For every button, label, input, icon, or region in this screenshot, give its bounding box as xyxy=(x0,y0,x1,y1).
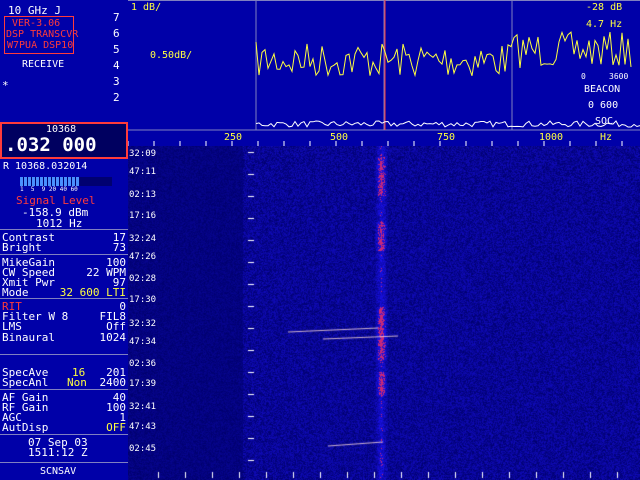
waterfall-time: 02:13 xyxy=(129,190,157,200)
binaural-value[interactable]: 1024 xyxy=(100,332,127,343)
product-label: DSP TRANSCVR xyxy=(6,29,79,40)
signal-hz: 1012 Hz xyxy=(36,217,83,230)
specanl-value2[interactable]: 2400 xyxy=(100,377,127,388)
soc-label: SOC xyxy=(595,116,614,127)
signal-level-label: Signal Level xyxy=(16,194,96,207)
divider xyxy=(0,229,128,230)
freq-tick-500: 500 xyxy=(330,132,349,143)
bright-value[interactable]: 73 xyxy=(113,242,126,253)
waterfall-time: 47:34 xyxy=(129,337,157,347)
signal-meter xyxy=(20,177,112,186)
freq-tick-250: 250 xyxy=(224,132,243,143)
scale-digit-7: 7 xyxy=(113,11,120,24)
specanl-label[interactable]: SpecAnl xyxy=(2,377,48,388)
range-high: 3600 xyxy=(609,72,629,81)
star-marker: * xyxy=(2,79,9,92)
spectrum-scale-label: 0.50dB/ xyxy=(150,50,193,61)
divider xyxy=(0,462,128,463)
frequency-readout: R 10368.032014 xyxy=(3,161,88,172)
divider xyxy=(0,298,128,299)
waterfall-time: 17:16 xyxy=(129,211,157,221)
autdisp-label[interactable]: AutDisp xyxy=(2,422,48,433)
divider xyxy=(0,434,128,435)
waterfall-time: 32:09 xyxy=(129,149,157,159)
divider xyxy=(0,354,128,355)
time-label: 1511:12 Z xyxy=(28,446,88,459)
waterfall-time: 32:32 xyxy=(129,319,157,329)
specanl-value1[interactable]: Non xyxy=(67,377,87,388)
beacon-label: BEACON xyxy=(584,84,621,95)
spectrum-trace-yellow xyxy=(255,30,632,78)
signal-meter-scale: 1 5 9 20 40 60 xyxy=(20,186,78,193)
mode-value[interactable]: 32 600 LTI xyxy=(60,287,126,298)
bright-label[interactable]: Bright xyxy=(2,242,42,253)
binaural-label[interactable]: Binaural xyxy=(2,332,55,343)
spectrum-plot xyxy=(127,0,640,146)
waterfall-time: 47:26 xyxy=(129,252,157,262)
beacon-value: 0 600 xyxy=(588,100,619,111)
waterfall-time: 32:41 xyxy=(129,402,157,412)
frequency-khz: .032 000 xyxy=(5,134,97,156)
scale-digit-4: 4 xyxy=(113,59,120,72)
spectrum-top-right: -28 dB xyxy=(586,2,623,13)
mode-label[interactable]: Mode xyxy=(2,287,29,298)
autdisp-value[interactable]: OFF xyxy=(106,422,126,433)
scale-digit-3: 3 xyxy=(113,75,120,88)
waterfall-time: 47:43 xyxy=(129,422,157,432)
range-low: 0 xyxy=(581,72,586,81)
spectrum-panel: 1 dB/ -28 dB 4.7 Hz 0.50dB/ 0 3600 BEACO… xyxy=(127,0,640,146)
waterfall-time: 02:36 xyxy=(129,359,157,369)
receive-status: RECEIVE xyxy=(22,59,65,70)
waterfall-time: 32:24 xyxy=(129,234,157,244)
signal-meter-fill xyxy=(20,177,80,186)
waterfall-canvas xyxy=(128,146,640,480)
scale-digit-2: 2 xyxy=(113,91,120,104)
freq-tick-750: 750 xyxy=(437,132,456,143)
waterfall-time: 02:28 xyxy=(129,274,157,284)
version-label: VER-3.06 xyxy=(12,18,61,29)
waterfall-display[interactable] xyxy=(128,146,640,480)
freq-unit: Hz xyxy=(600,132,613,143)
spectrum-trace-white xyxy=(255,120,640,128)
scale-digit-6: 6 xyxy=(113,27,120,40)
station-label: W7PUA DSP10 xyxy=(7,40,74,51)
spectrum-top-left: 1 dB/ xyxy=(131,2,162,13)
divider xyxy=(0,389,128,390)
spectrum-hz-readout: 4.7 Hz xyxy=(586,19,623,30)
band-label: 10 GHz J xyxy=(8,4,61,17)
waterfall-time: 17:39 xyxy=(129,379,157,389)
scnsav-button[interactable]: SCNSAV xyxy=(40,467,76,477)
waterfall-time: 02:45 xyxy=(129,444,157,454)
divider xyxy=(0,254,128,255)
waterfall-time-column: 32:09 47:11 02:13 17:16 32:24 47:26 02:2… xyxy=(128,146,188,480)
waterfall-time: 47:11 xyxy=(129,167,157,177)
waterfall-time: 17:30 xyxy=(129,295,157,305)
scale-digit-5: 5 xyxy=(113,43,120,56)
freq-tick-1000: 1000 xyxy=(539,132,564,143)
